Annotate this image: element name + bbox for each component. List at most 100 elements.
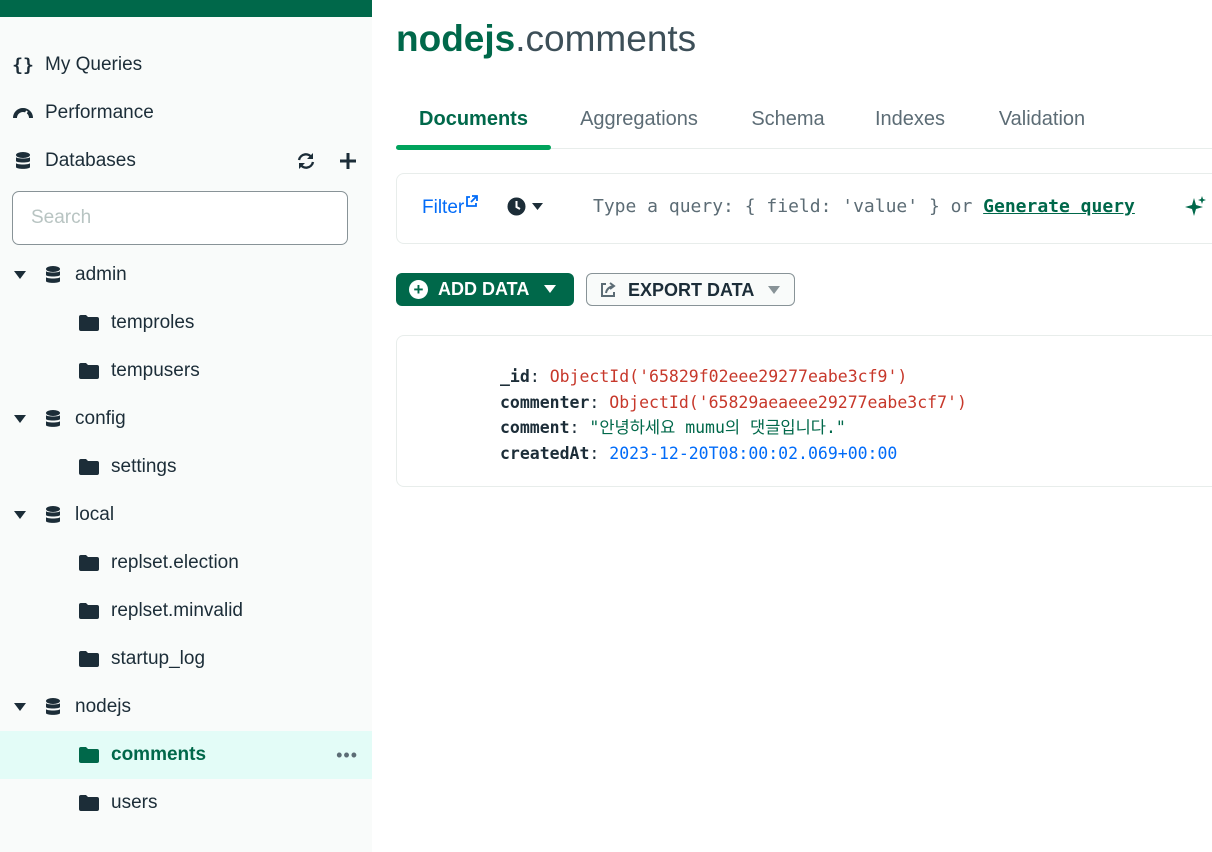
folder-icon — [78, 744, 100, 766]
title-collection-name: comments — [525, 18, 697, 59]
tree-collection-replset-minvalid[interactable]: replset.minvalid — [0, 587, 372, 635]
tree-collection-replset-election[interactable]: replset.election — [0, 539, 372, 587]
tree-db-label: nodejs — [75, 696, 131, 717]
folder-icon — [78, 552, 100, 574]
plus-circle-icon: + — [409, 280, 428, 299]
field-key: _id — [500, 367, 530, 386]
add-data-button[interactable]: + ADD DATA — [396, 273, 574, 306]
tree-collection-label: startup_log — [111, 648, 206, 669]
sparkle-icon — [1185, 196, 1206, 216]
sidebar: {} My Queries Performance Databases admi… — [0, 0, 372, 852]
nav-my-queries[interactable]: {} My Queries — [0, 41, 372, 89]
main-panel: nodejs.comments Documents Aggregations S… — [372, 0, 1212, 852]
document-card[interactable]: _id: ObjectId('65829f02eee29277eabe3cf9'… — [396, 335, 1212, 487]
document-field-comment: comment: "안녕하세요 mumu의 댓글입니다." — [500, 418, 846, 437]
tree-collection-comments[interactable]: comments ••• — [0, 731, 372, 779]
document-field-commenter: commenter: ObjectId('65829aeaeee29277eab… — [500, 392, 967, 412]
external-link-icon — [466, 195, 479, 207]
database-icon — [42, 408, 64, 430]
query-placeholder: Type a query: { field: 'value' } or — [593, 196, 984, 217]
gauge-icon — [12, 102, 34, 124]
caret-down-icon[interactable] — [14, 701, 26, 713]
sidebar-search[interactable] — [12, 191, 348, 245]
nav-databases-label: Databases — [45, 150, 136, 171]
tab-documents[interactable]: Documents — [396, 90, 551, 150]
tree-collection-startup-log[interactable]: startup_log — [0, 635, 372, 683]
tree-db-admin[interactable]: admin — [0, 251, 372, 299]
field-key: createdAt — [500, 443, 590, 463]
folder-icon — [78, 456, 100, 478]
folder-icon — [78, 648, 100, 670]
database-icon — [42, 696, 64, 718]
tree-db-local[interactable]: local — [0, 491, 372, 539]
tree-collection-label: temproles — [111, 312, 195, 333]
tab-aggregations[interactable]: Aggregations — [563, 90, 715, 149]
tree-collection-tempusers[interactable]: tempusers — [0, 347, 372, 395]
field-key: comment — [500, 418, 570, 437]
field-value: ObjectId('65829aeaeee29277eabe3cf7') — [609, 392, 967, 412]
field-key: commenter — [500, 392, 590, 412]
query-history-button[interactable] — [507, 197, 543, 216]
filter-link[interactable]: Filter — [422, 195, 479, 219]
export-data-label: EXPORT DATA — [628, 280, 755, 300]
tree-db-nodejs[interactable]: nodejs — [0, 683, 372, 731]
folder-icon — [78, 360, 100, 382]
database-icon — [42, 264, 64, 286]
search-input[interactable] — [13, 192, 347, 244]
folder-icon — [78, 600, 100, 622]
tree-collection-temproles[interactable]: temproles — [0, 299, 372, 347]
nav-my-queries-label: My Queries — [45, 54, 143, 75]
plus-icon[interactable] — [338, 151, 358, 171]
refresh-icon[interactable] — [296, 151, 316, 171]
tree-collection-label: users — [111, 792, 158, 813]
title-separator: . — [515, 18, 526, 59]
tree-db-label: admin — [75, 264, 127, 285]
nav-databases[interactable]: Databases — [0, 137, 372, 185]
database-icon — [42, 504, 64, 526]
field-value: 2023-12-20T08:00:02.069+00:00 — [609, 443, 898, 463]
caret-down-icon[interactable] — [14, 509, 26, 521]
caret-down-icon — [768, 286, 780, 294]
document-field-id: _id: ObjectId('65829f02eee29277eabe3cf9'… — [500, 367, 908, 386]
more-options-icon[interactable]: ••• — [336, 745, 358, 766]
caret-down-icon — [532, 203, 543, 210]
tree-collection-label: replset.election — [111, 552, 239, 573]
filter-label: Filter — [422, 197, 465, 218]
tab-indexes[interactable]: Indexes — [858, 90, 962, 149]
query-input[interactable]: Type a query: { field: 'value' } or Gene… — [593, 196, 1135, 217]
tree-db-label: config — [75, 408, 126, 429]
tree-db-label: local — [75, 504, 115, 525]
tree-collection-label: tempusers — [111, 360, 200, 381]
tab-schema[interactable]: Schema — [731, 90, 845, 149]
tree-collection-label: comments — [111, 744, 207, 765]
folder-icon — [78, 792, 100, 814]
nav-performance[interactable]: Performance — [0, 89, 372, 137]
caret-down-icon[interactable] — [14, 269, 26, 281]
export-icon — [601, 282, 616, 297]
export-data-button[interactable]: EXPORT DATA — [586, 273, 795, 306]
tree-collection-label: replset.minvalid — [111, 600, 243, 621]
tree-collection-label: settings — [111, 456, 177, 477]
nav-performance-label: Performance — [45, 102, 154, 123]
caret-down-icon — [544, 285, 556, 293]
folder-icon — [78, 312, 100, 334]
generate-query-link[interactable]: Generate query — [983, 196, 1135, 217]
field-value: ObjectId('65829f02eee29277eabe3cf9') — [549, 367, 908, 386]
sidebar-top-bar — [0, 0, 372, 17]
field-value: "안녕하세요 mumu의 댓글입니다." — [589, 418, 846, 437]
database-icon — [12, 150, 34, 172]
braces-icon: {} — [12, 54, 34, 76]
document-field-createdat: createdAt: 2023-12-20T08:00:02.069+00:00 — [500, 443, 898, 463]
title-db-name: nodejs — [396, 18, 516, 59]
tree-collection-users[interactable]: users — [0, 779, 372, 827]
caret-down-icon[interactable] — [14, 413, 26, 425]
tree-db-config[interactable]: config — [0, 395, 372, 443]
clock-icon — [507, 197, 526, 216]
page-title: nodejs.comments — [396, 18, 696, 60]
tree-collection-settings[interactable]: settings — [0, 443, 372, 491]
document-fields: _id: ObjectId('65829f02eee29277eabe3cf9'… — [500, 364, 967, 466]
add-data-label: ADD DATA — [438, 279, 530, 299]
database-actions — [296, 151, 358, 171]
tab-validation[interactable]: Validation — [976, 90, 1108, 149]
collection-tabs: Documents Aggregations Schema Indexes Va… — [396, 90, 1212, 150]
